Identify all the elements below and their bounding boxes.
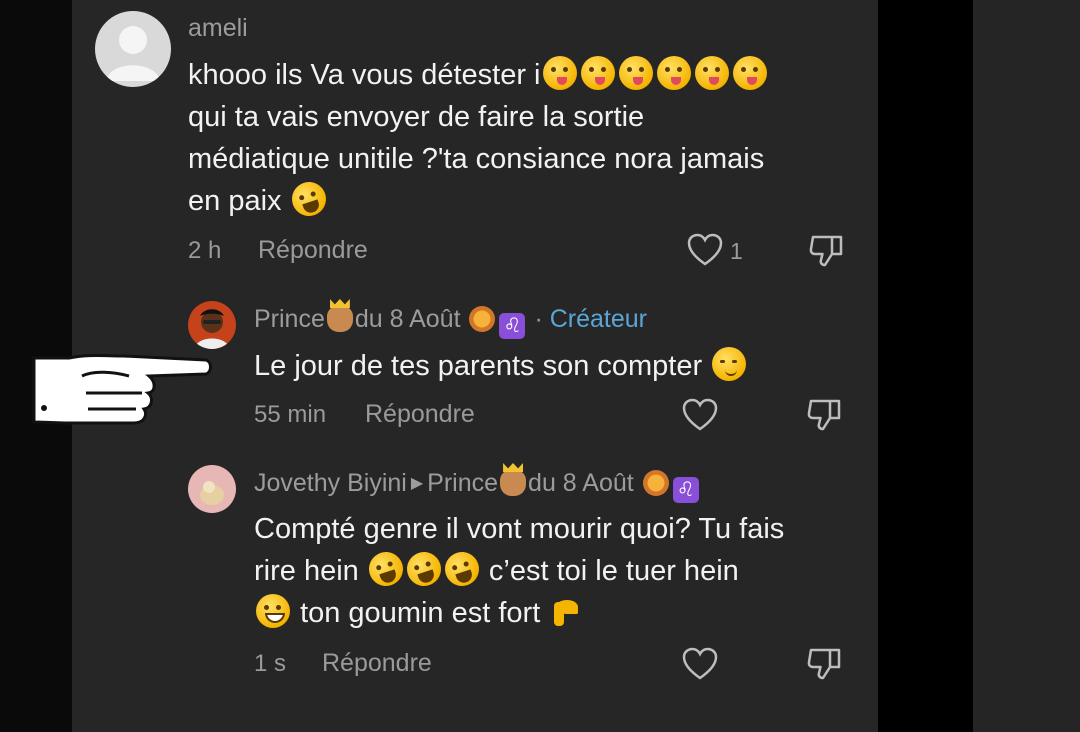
comment-username[interactable]: ameli (188, 14, 248, 43)
comment-timestamp: 55 min (254, 401, 327, 428)
rolling-laughing-emoji (364, 547, 484, 591)
avatar[interactable] (188, 301, 236, 349)
comment-timestamp: 2 h (188, 237, 222, 264)
comment-username[interactable]: Prince du 8 Août ♌ · Créateur (254, 305, 647, 339)
reply-to-username[interactable]: Prince (427, 469, 498, 497)
flexed-biceps-emoji (550, 594, 584, 628)
comment-username[interactable]: Jovethy Biyini ▶ Prince du 8 Août ♌ (254, 469, 701, 503)
comment-text: Le jour de tes parents son compter (254, 345, 748, 387)
heart-icon[interactable] (682, 398, 718, 437)
lion-emoji (642, 470, 669, 496)
heart-icon[interactable] (687, 233, 723, 272)
creator-badge: Créateur (549, 305, 647, 333)
reply-arrow-icon: ▶ (410, 475, 424, 492)
like-count: 1 (730, 238, 743, 264)
right-background-strip (973, 0, 1080, 732)
comment-text: Compté genre il vont mourir quoi? Tu fai… (254, 513, 785, 629)
rolling-laughing-emoji (287, 177, 330, 221)
thumbs-down-icon[interactable] (806, 645, 844, 686)
reply-button[interactable]: Répondre (322, 649, 432, 678)
heart-icon[interactable] (682, 647, 718, 686)
avatar[interactable] (188, 465, 236, 513)
king-emoji (326, 306, 353, 332)
winking-tongue-emoji (541, 56, 769, 91)
comment-text: khooo ils Va vous détester i qui ta vais… (188, 54, 769, 222)
thumbs-down-icon[interactable] (806, 396, 844, 437)
background-gap (878, 0, 973, 732)
reply-button[interactable]: Répondre (365, 400, 475, 429)
reply-button[interactable]: Répondre (258, 236, 368, 265)
comment-timestamp: 1 s (254, 650, 287, 677)
avatar[interactable] (95, 11, 171, 87)
lion-emoji (469, 306, 496, 332)
grin-emoji (256, 594, 290, 628)
leo-sign-icon: ♌ (672, 477, 699, 503)
smirk-emoji (712, 347, 747, 381)
thumbs-down-icon[interactable] (808, 232, 846, 273)
leo-sign-icon: ♌ (499, 313, 526, 339)
pointing-hand-icon (24, 348, 216, 437)
king-emoji (500, 470, 527, 496)
